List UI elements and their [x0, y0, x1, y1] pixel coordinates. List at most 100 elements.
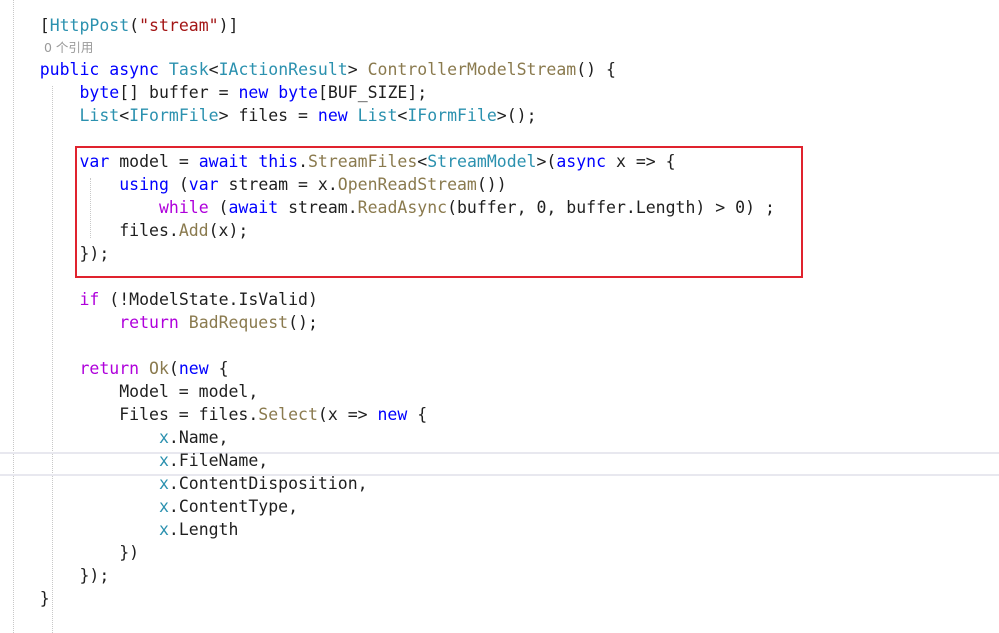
- code-token: using: [119, 175, 169, 194]
- line-return-ok[interactable]: return Ok(new {: [0, 357, 999, 380]
- line-x-name[interactable]: x.Name,: [0, 426, 999, 449]
- code-token: while: [158, 198, 209, 217]
- line-x-filename[interactable]: x.FileName,: [0, 449, 999, 472]
- code-token: Length: [635, 198, 696, 217]
- code-token: x: [158, 428, 169, 447]
- code-token: var: [79, 152, 110, 171]
- code-token: .ContentType,: [168, 497, 299, 516]
- line-files-add[interactable]: files.Add(x);: [0, 219, 999, 242]
- code-token: Files = files.: [0, 405, 259, 424]
- codelens-reference-count[interactable]: 0 个引用: [0, 37, 999, 58]
- line-close-ok[interactable]: });: [0, 564, 999, 587]
- code-token: .Length: [168, 520, 239, 539]
- code-token: Ok: [149, 359, 169, 378]
- code-token: <: [397, 106, 408, 125]
- code-token: List: [79, 106, 120, 125]
- code-token: BadRequest: [188, 313, 289, 332]
- line-if-modelstate[interactable]: if (!ModelState.IsValid): [0, 288, 999, 311]
- code-token: }): [0, 543, 140, 562]
- code-token: OpenReadStream: [337, 175, 477, 194]
- line-model-streamfiles[interactable]: var model = await this.StreamFiles<Strea…: [0, 150, 999, 173]
- code-token: )]: [218, 16, 239, 35]
- line-x-contentdisposition[interactable]: x.ContentDisposition,: [0, 472, 999, 495]
- code-token: ();: [288, 313, 318, 332]
- code-token: > files =: [218, 106, 318, 125]
- line-blank-2[interactable]: [0, 265, 999, 288]
- codelens-label[interactable]: 0 个引用: [44, 40, 93, 55]
- line-signature[interactable]: public async Task<IActionResult> Control…: [0, 58, 999, 81]
- line-blank-3[interactable]: [0, 334, 999, 357]
- line-x-length[interactable]: x.Length: [0, 518, 999, 541]
- line-files-select[interactable]: Files = files.Select(x => new {: [0, 403, 999, 426]
- code-token: new: [317, 106, 348, 125]
- line-close-lambda[interactable]: });: [0, 242, 999, 265]
- line-using-stream[interactable]: using (var stream = x.OpenReadStream()): [0, 173, 999, 196]
- code-token: >: [347, 60, 368, 79]
- line-close-select[interactable]: }): [0, 541, 999, 564]
- code-token: IsValid: [238, 290, 308, 309]
- code-token: (!ModelState.: [99, 290, 239, 309]
- code-token: ()): [476, 175, 507, 194]
- code-token: >(: [536, 152, 557, 171]
- code-token: .FileName,: [168, 451, 269, 470]
- code-token: 0: [735, 198, 746, 217]
- line-close-method[interactable]: }: [0, 587, 999, 610]
- code-token: this: [258, 152, 299, 171]
- line-attribute[interactable]: [HttpPost("stream")]: [0, 14, 999, 37]
- code-token: {: [407, 405, 428, 424]
- code-token: <: [119, 106, 130, 125]
- code-token: .ContentDisposition,: [168, 474, 368, 493]
- code-token: "stream": [139, 16, 219, 35]
- code-token: async: [109, 60, 159, 79]
- code-token: , buffer.: [546, 198, 636, 217]
- code-token: 0: [536, 198, 547, 217]
- code-token: IFormFile: [407, 106, 497, 125]
- line-files-decl[interactable]: List<IFormFile> files = new List<IFormFi…: [0, 104, 999, 127]
- code-token: .Name,: [168, 428, 229, 447]
- code-token: Task: [168, 60, 209, 79]
- code-token: });: [0, 244, 110, 263]
- code-token: (: [168, 359, 179, 378]
- code-token: new: [238, 83, 269, 102]
- line-return-badrequest[interactable]: return BadRequest();: [0, 311, 999, 334]
- code-token: async: [556, 152, 607, 171]
- code-token: x: [158, 451, 169, 470]
- line-buffer[interactable]: byte[] buffer = new byte[BUF_SIZE];: [0, 81, 999, 104]
- code-token: ) ;: [745, 198, 775, 217]
- line-model-prop[interactable]: Model = model,: [0, 380, 999, 403]
- code-token: ) >: [695, 198, 736, 217]
- code-text-layer[interactable]: [HttpPost("stream")] 0 个引用 public async T…: [0, 14, 999, 610]
- code-token: () {: [576, 60, 616, 79]
- code-token: (: [168, 175, 189, 194]
- code-token: x => {: [606, 152, 676, 171]
- code-token: Select: [258, 405, 318, 424]
- code-token: x: [158, 474, 169, 493]
- code-editor[interactable]: [HttpPost("stream")] 0 个引用 public async T…: [0, 0, 999, 633]
- code-token: files.: [0, 221, 179, 240]
- code-token: x: [158, 497, 169, 516]
- code-token: HttpPost: [49, 16, 130, 35]
- code-token: (buffer,: [447, 198, 537, 217]
- line-blank-1[interactable]: [0, 127, 999, 150]
- code-token: new: [377, 405, 408, 424]
- line-while-readasync[interactable]: while (await stream.ReadAsync(buffer, 0,…: [0, 196, 999, 219]
- line-x-contenttype[interactable]: x.ContentType,: [0, 495, 999, 518]
- code-token: });: [0, 566, 110, 585]
- code-token: stream = x.: [218, 175, 338, 194]
- code-token: ): [307, 290, 318, 309]
